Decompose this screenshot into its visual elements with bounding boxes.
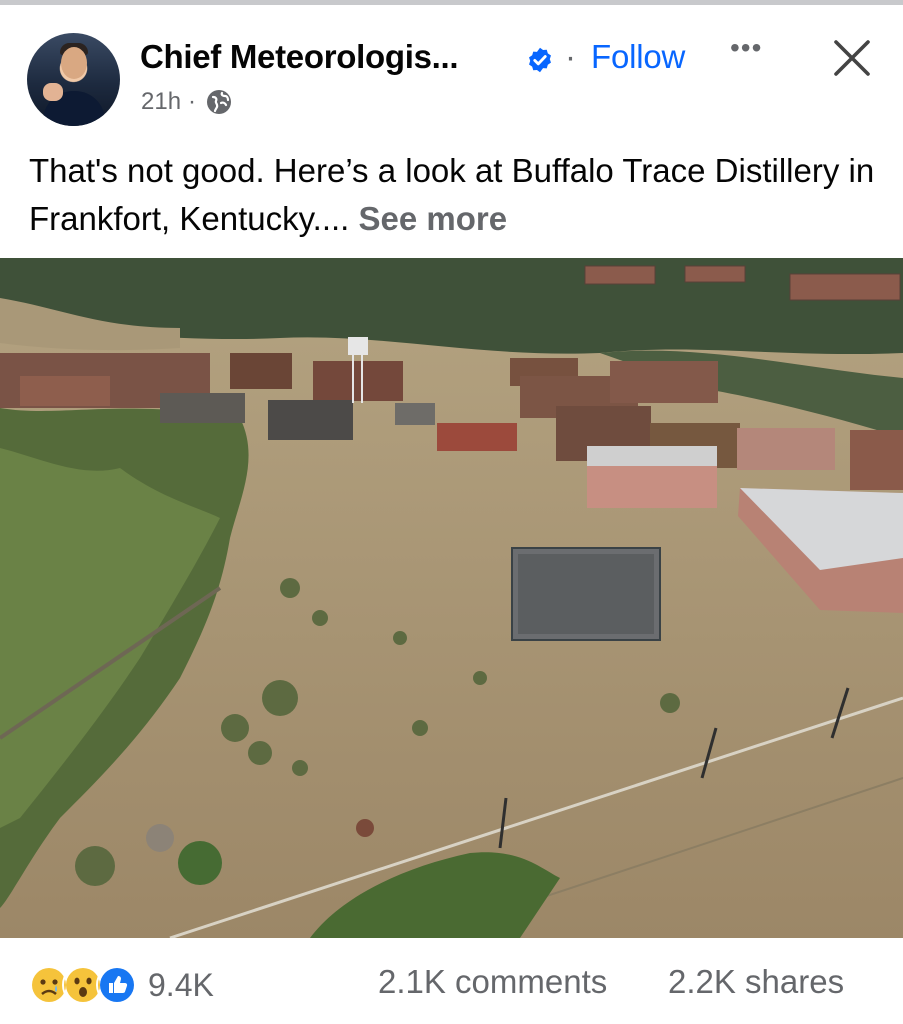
comments-count-link[interactable]: 2.1K comments xyxy=(378,963,607,1001)
shares-count-link[interactable]: 2.2K shares xyxy=(668,963,844,1001)
post-meta: 21h · xyxy=(141,88,233,116)
post-timestamp[interactable]: 21h xyxy=(141,88,181,116)
reactions-summary[interactable]: 9.4K xyxy=(28,964,214,1006)
flood-aerial-photo[interactable] xyxy=(0,258,903,938)
more-options-button[interactable]: ••• xyxy=(730,32,762,64)
meta-separator: · xyxy=(188,88,197,115)
globe-icon[interactable] xyxy=(205,88,233,116)
top-divider xyxy=(0,0,903,5)
name-separator: · xyxy=(565,38,576,75)
verified-badge-icon xyxy=(529,47,551,73)
author-name[interactable]: Chief Meteorologis... xyxy=(140,38,459,76)
reactions-count: 9.4K xyxy=(148,966,214,1003)
author-avatar[interactable] xyxy=(27,33,120,126)
like-reaction-icon xyxy=(96,964,138,1006)
post-text: That's not good. Here’s a look at Buffal… xyxy=(29,147,889,243)
see-more-link[interactable]: See more xyxy=(359,200,508,237)
follow-button[interactable]: Follow xyxy=(591,38,685,76)
close-icon[interactable] xyxy=(830,36,874,80)
